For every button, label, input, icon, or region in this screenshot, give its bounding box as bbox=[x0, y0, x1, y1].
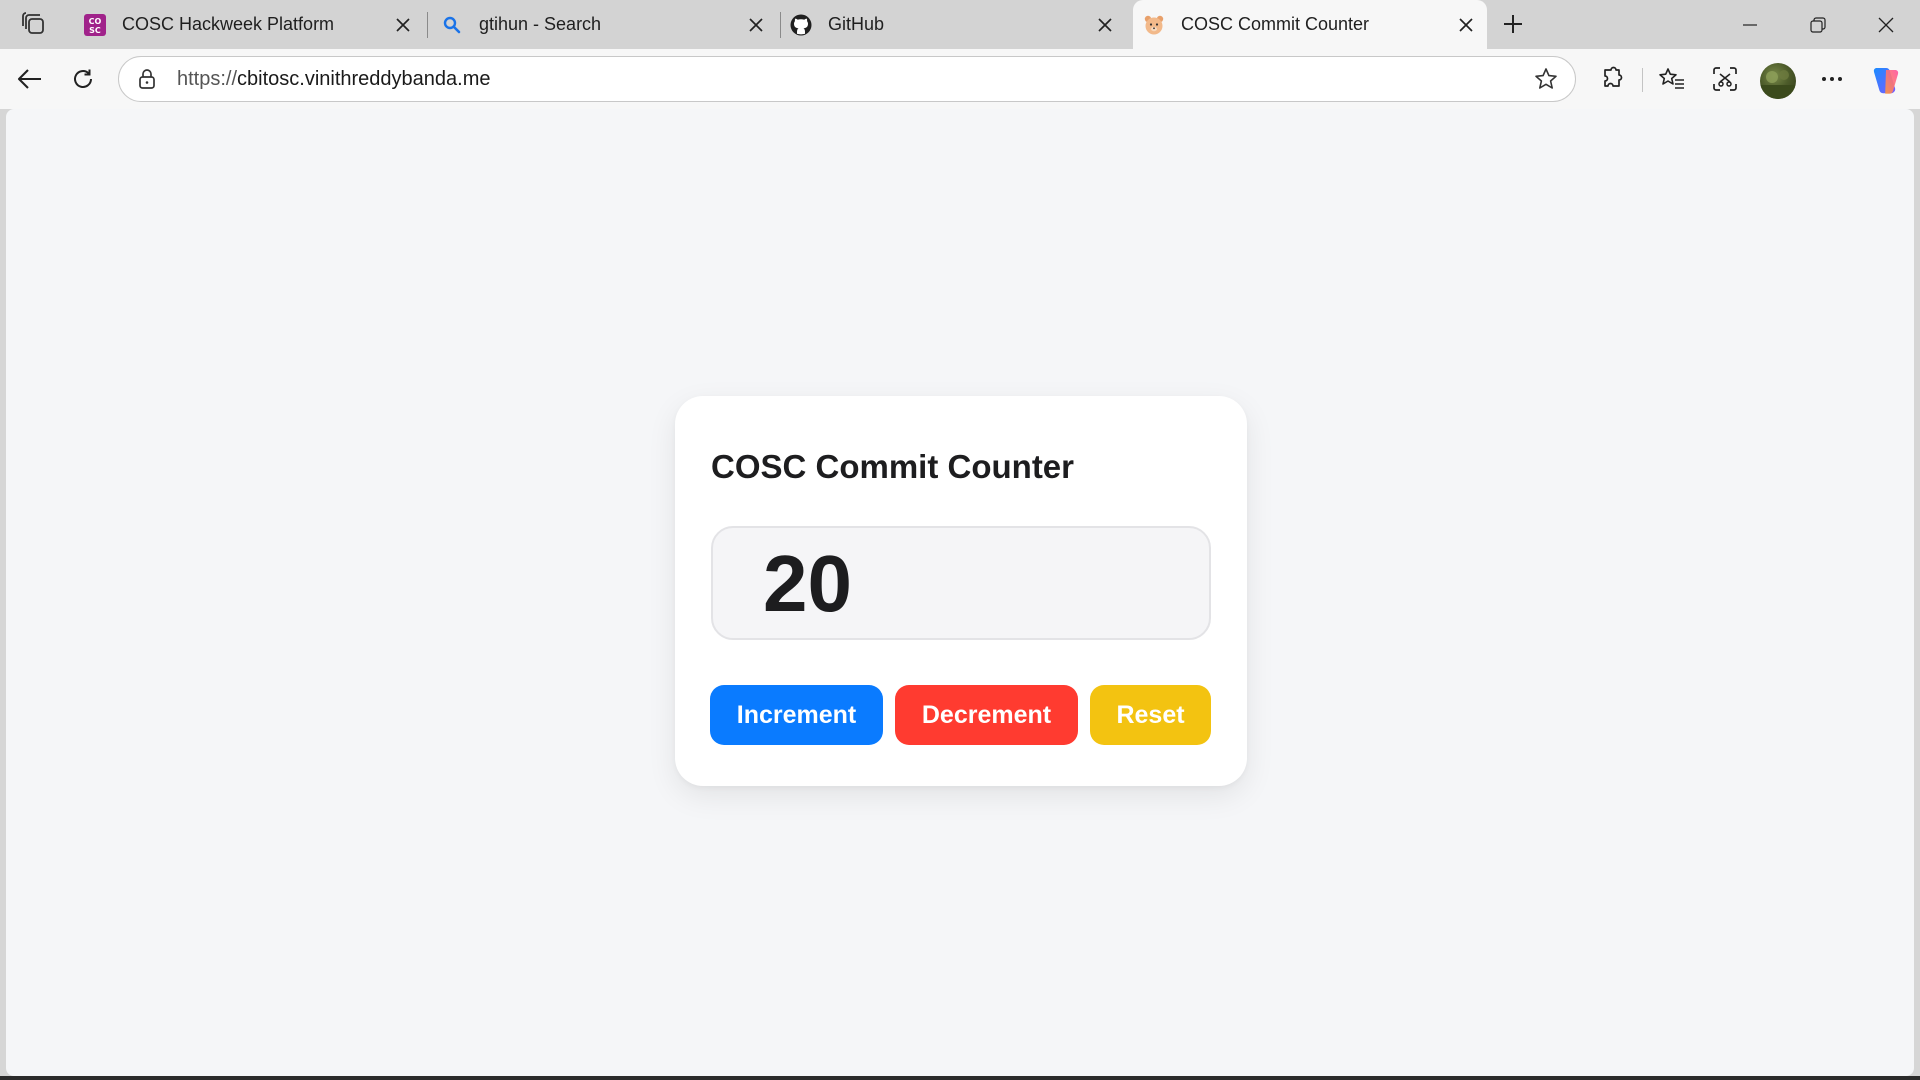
reset-button[interactable]: Reset bbox=[1090, 685, 1211, 745]
search-icon bbox=[441, 14, 463, 36]
new-tab-button[interactable] bbox=[1496, 8, 1530, 40]
lock-icon[interactable] bbox=[135, 67, 159, 91]
cosc-logo-icon: CO SC bbox=[84, 13, 106, 36]
increment-button[interactable]: Increment bbox=[710, 685, 883, 745]
screenshot-icon bbox=[1713, 67, 1737, 91]
close-tab-icon[interactable] bbox=[390, 12, 416, 38]
tab-github[interactable]: GitHub bbox=[790, 0, 1126, 49]
tab-title: GitHub bbox=[828, 14, 885, 34]
close-tab-icon[interactable] bbox=[1453, 12, 1479, 38]
taskbar-edge bbox=[0, 1076, 1920, 1080]
restore-button[interactable] bbox=[1784, 0, 1852, 49]
decrement-button[interactable]: Decrement bbox=[895, 685, 1078, 745]
tab-separator bbox=[780, 12, 781, 38]
tab-title: COSC Commit Counter bbox=[1181, 14, 1370, 34]
counter-card: COSC Commit Counter 20 Increment Decreme… bbox=[675, 396, 1247, 786]
reload-button[interactable] bbox=[61, 57, 105, 101]
close-tab-icon[interactable] bbox=[1092, 12, 1118, 38]
puzzle-icon bbox=[1604, 66, 1623, 87]
toolbar-divider bbox=[1642, 68, 1643, 92]
url-host: cbitosc.vinithreddybanda.me bbox=[237, 67, 491, 90]
close-window-button[interactable] bbox=[1852, 0, 1920, 49]
tab-search[interactable]: gtihun - Search bbox=[441, 0, 777, 49]
minimize-button[interactable] bbox=[1716, 0, 1784, 49]
back-arrow-icon bbox=[17, 69, 41, 89]
tab-separator bbox=[427, 12, 428, 38]
extensions-button[interactable] bbox=[1590, 57, 1634, 101]
browser-toolbar: https://cbitosc.vinithreddybanda.me bbox=[0, 49, 1920, 109]
close-icon bbox=[1878, 17, 1894, 32]
profile-avatar[interactable] bbox=[1760, 63, 1796, 99]
copilot-icon[interactable] bbox=[1868, 62, 1904, 98]
screenshot-button[interactable] bbox=[1703, 57, 1747, 101]
url-protocol: https:// bbox=[177, 67, 238, 90]
address-bar[interactable]: https://cbitosc.vinithreddybanda.me bbox=[118, 56, 1576, 102]
counter-value: 20 bbox=[763, 539, 852, 628]
minimize-icon bbox=[1743, 23, 1757, 26]
settings-more-button[interactable] bbox=[1810, 57, 1854, 101]
close-tab-icon[interactable] bbox=[743, 12, 769, 38]
counter-display: 20 bbox=[711, 526, 1211, 640]
reload-icon bbox=[74, 69, 92, 88]
restore-icon bbox=[1810, 16, 1826, 33]
workspaces-icon bbox=[22, 12, 44, 34]
page-title: COSC Commit Counter bbox=[711, 448, 1074, 485]
tab-cosc-hackweek[interactable]: CO SC COSC Hackweek Platform bbox=[84, 0, 424, 49]
bear-icon bbox=[1143, 14, 1165, 36]
plus-icon bbox=[1504, 15, 1522, 33]
tab-title: gtihun - Search bbox=[479, 14, 602, 34]
svg-text:SC: SC bbox=[89, 26, 101, 35]
github-icon bbox=[790, 14, 812, 36]
tab-actions-button[interactable] bbox=[14, 8, 54, 40]
more-icon bbox=[1822, 77, 1842, 81]
favorite-star-icon[interactable] bbox=[1531, 64, 1561, 94]
tab-strip: CO SC COSC Hackweek Platform gtihun - Se… bbox=[0, 0, 1920, 49]
page-viewport: COSC Commit Counter 20 Increment Decreme… bbox=[6, 109, 1914, 1076]
svg-text:CO: CO bbox=[89, 17, 102, 26]
tab-title: COSC Hackweek Platform bbox=[122, 14, 335, 34]
favorites-list-icon bbox=[1659, 68, 1684, 89]
favorites-button[interactable] bbox=[1650, 57, 1694, 101]
url-text: https://cbitosc.vinithreddybanda.me bbox=[177, 68, 1531, 91]
tab-commit-counter[interactable]: COSC Commit Counter bbox=[1133, 0, 1487, 49]
back-button[interactable] bbox=[8, 57, 52, 101]
